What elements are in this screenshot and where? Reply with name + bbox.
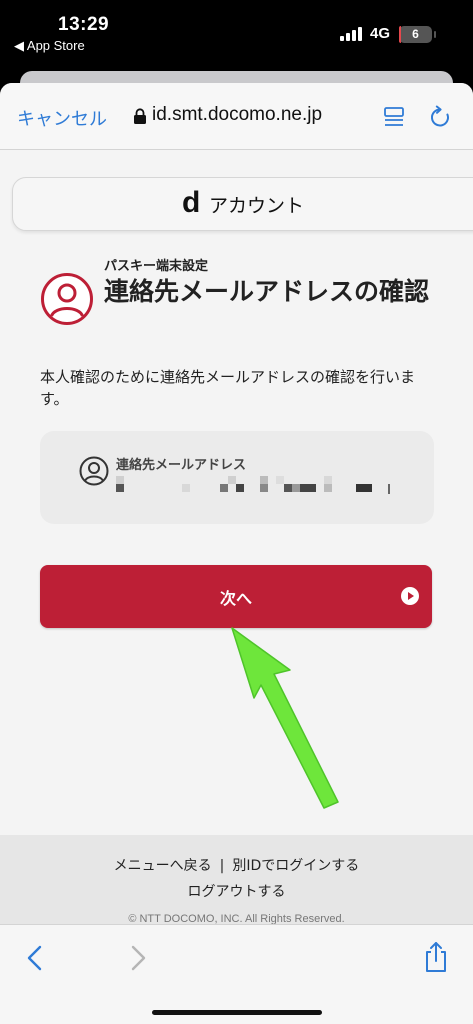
battery-icon: 6 [399, 26, 436, 43]
network-type: 4G [370, 25, 391, 42]
person-outline-icon [79, 456, 109, 486]
page-subtitle: パスキー端末設定 [104, 259, 209, 274]
browser-sheet: キャンセル id.smt.docomo.ne.jp d アカウント パスキー端末… [0, 83, 473, 1024]
browser-toolbar [0, 924, 473, 1024]
back-to-app-store-link[interactable]: ◀ App Store [14, 38, 85, 54]
reader-view-icon[interactable] [383, 106, 405, 128]
green-annotation-arrow [231, 627, 339, 809]
home-indicator [152, 1010, 322, 1015]
cancel-button[interactable]: キャンセル [17, 105, 107, 131]
menu-back-link[interactable]: メニューへ戻る [114, 858, 212, 874]
footer-links: メニューへ戻る | 別IDでログインする [0, 855, 473, 875]
logout-link[interactable]: ログアウトする [0, 881, 473, 901]
next-button-label: 次へ [219, 589, 252, 608]
lock-icon [134, 108, 146, 124]
url-field[interactable]: id.smt.docomo.ne.jp [152, 104, 322, 126]
d-logo: d [182, 186, 201, 219]
d-account-header: d アカウント [12, 177, 473, 231]
status-time: 13:29 [58, 14, 110, 35]
page-title: 連絡先メールアドレスの確認 [104, 277, 430, 306]
footer-separator: | [219, 858, 225, 874]
signal-icon [340, 27, 364, 41]
back-icon[interactable] [24, 945, 46, 971]
page-description: 本人確認のために連絡先メールアドレスの確認を行います。 [40, 368, 416, 408]
share-icon[interactable] [423, 941, 449, 973]
forward-icon[interactable] [127, 945, 149, 971]
login-other-id-link[interactable]: 別IDでログインする [232, 858, 359, 874]
status-bar: 13:29 ◀ App Store 4G 6 [0, 0, 473, 60]
browser-nav-bar: キャンセル id.smt.docomo.ne.jp [0, 83, 473, 150]
play-circle-icon [401, 587, 419, 605]
person-icon [41, 273, 93, 325]
email-value-redacted [116, 476, 392, 494]
d-account-title: アカウント [209, 195, 305, 217]
battery-level-fill [399, 26, 401, 43]
battery-percentage: 6 [412, 27, 419, 41]
reload-icon[interactable] [428, 105, 452, 129]
email-label: 連絡先メールアドレス [116, 458, 247, 473]
email-card: 連絡先メールアドレス [40, 431, 434, 524]
